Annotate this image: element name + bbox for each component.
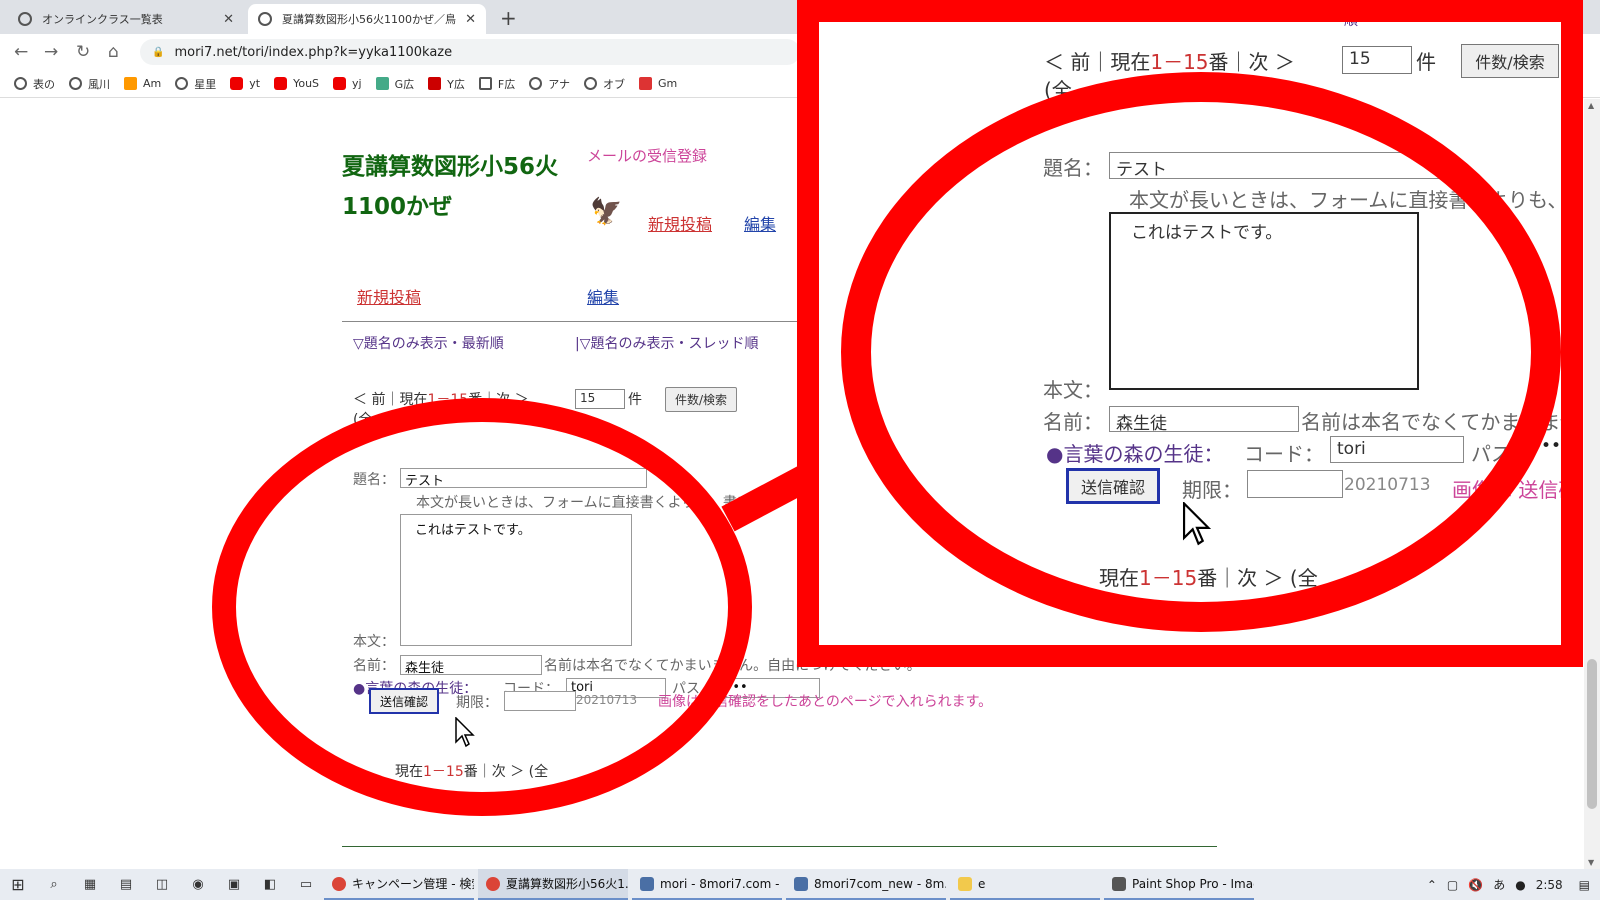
bookmark-item[interactable]: yt (230, 77, 260, 90)
folder-icon (958, 876, 972, 891)
youtube-icon (230, 77, 244, 90)
annotation-ellipse-small (212, 398, 752, 816)
globe-icon (14, 77, 27, 90)
chevron-up-icon[interactable]: ⌃ (1427, 878, 1437, 892)
clock[interactable]: 2:58 (1536, 878, 1563, 892)
chrome-icon (486, 876, 500, 891)
bookmark-item[interactable]: Gm (638, 77, 677, 90)
count-search-button[interactable]: 件数/検索 (665, 387, 737, 412)
bookmark-item[interactable]: Y広 (428, 76, 465, 92)
bookmark-item[interactable]: アナ (529, 76, 570, 92)
close-icon[interactable]: ✕ (465, 12, 476, 27)
lock-icon: 🔒 (152, 46, 165, 58)
gmail-icon (638, 77, 652, 90)
mail-register-link[interactable]: メールの受信登録 (587, 145, 707, 166)
ftp-icon (794, 876, 808, 891)
bookmark-item[interactable]: Am (124, 77, 161, 90)
zoom-pager: ＜ 前｜現在1－15番｜次 ＞ (1044, 50, 1295, 74)
new-post-link[interactable]: 新規投稿 (357, 284, 421, 308)
taskbar-item[interactable]: 8mori7com_new - 8m... (786, 869, 946, 900)
count-input[interactable]: 15 (575, 389, 625, 409)
zoom-search-button: 件数/検索 (1461, 44, 1559, 78)
globe-icon (583, 77, 597, 90)
bookmark-item[interactable]: F広 (478, 76, 515, 92)
taskbar-item-active[interactable]: 夏講算数図形小56火1... (478, 869, 628, 900)
divider (342, 321, 802, 322)
forward-icon[interactable]: → (44, 42, 58, 62)
new-tab-icon[interactable]: + (500, 6, 517, 30)
search-icon[interactable]: ⌕ (41, 874, 67, 896)
facebook-icon (478, 77, 492, 90)
browser-tab-class-list[interactable]: オンラインクラス一覧表 ✕ (8, 4, 244, 34)
view-latest-link[interactable]: ▽題名のみ表示・最新順 (353, 333, 504, 353)
count-unit: 件 (628, 392, 642, 408)
reload-icon[interactable]: ↻ (76, 42, 90, 62)
google-ads-icon (375, 77, 389, 90)
network-icon[interactable]: ● (1515, 878, 1525, 892)
zoom-order-fragment: 順 (1344, 13, 1358, 29)
new-post-link-top[interactable]: 新規投稿 (648, 211, 712, 235)
windows-start-icon[interactable]: ⊞ (5, 874, 31, 896)
close-icon[interactable]: ✕ (223, 12, 234, 27)
chrome-icon (332, 876, 346, 891)
app-icon[interactable]: ◧ (257, 874, 283, 896)
globe-icon (69, 77, 82, 90)
system-tray: ⌃ ▢ 🔇 あ ● 2:58 ▤ (1417, 869, 1590, 900)
paint-shop-icon (1112, 876, 1126, 891)
annotation-ellipse-large (841, 72, 1561, 632)
yahoo-icon (428, 77, 442, 90)
notification-icon[interactable]: ▤ (1579, 878, 1590, 892)
bookmark-item[interactable]: yj (333, 77, 362, 90)
taskbar-item[interactable]: キャンペーン管理 - 検索... (324, 869, 474, 900)
taskbar-item[interactable]: Paint Shop Pro - Imag... (1104, 869, 1254, 900)
page-title: 夏講算数図形小56火1100かぜ (342, 154, 559, 220)
zoom-count-input: 15 (1342, 46, 1412, 74)
ftp-icon (640, 876, 654, 891)
bookmark-item[interactable]: YouS (274, 77, 319, 90)
globe-icon (258, 12, 272, 26)
bookmark-item[interactable]: 表の (14, 76, 55, 92)
footer-divider (342, 846, 1217, 847)
app-icon[interactable]: ▭ (293, 874, 319, 896)
bookmark-item[interactable]: G広 (375, 76, 414, 92)
app-icon[interactable]: ◫ (149, 874, 175, 896)
url-text: mori7.net/tori/index.php?k=yyka1100kaze (174, 44, 453, 60)
amazon-icon (124, 77, 137, 90)
tab-title: 夏講算数図形小56火1100かぜ／鳥 (282, 13, 456, 26)
bird-icon: 🦅 (590, 197, 623, 227)
edit-link-top[interactable]: 編集 (744, 211, 776, 235)
app-icon[interactable]: ▦ (77, 874, 103, 896)
zoom-count-unit: 件 (1416, 50, 1436, 74)
bookmark-item[interactable]: 星里 (175, 76, 216, 92)
youtube-icon (333, 77, 347, 90)
bookmark-item[interactable]: 風川 (69, 76, 110, 92)
annotation-zoom-panel: 順 ＜ 前｜現在1－15番｜次 ＞ (全 15 件 件数/検索 題名： テスト … (797, 0, 1583, 667)
meeting-icon[interactable]: ▢ (1447, 878, 1458, 892)
url-input[interactable]: 🔒 mori7.net/tori/index.php?k=yyka1100kaz… (140, 39, 800, 65)
app-icon[interactable]: ◉ (185, 874, 211, 896)
taskbar-item[interactable]: mori - 8mori7.com - ... (632, 869, 782, 900)
taskbar-item[interactable]: e (950, 869, 1100, 900)
app-icon[interactable]: ▤ (113, 874, 139, 896)
scroll-up-icon[interactable]: ▲ (1588, 101, 1594, 110)
globe-icon (175, 77, 189, 90)
windows-taskbar: ⊞ ⌕ ▦ ▤ ◫ ◉ ▣ ◧ ▭ キャンペーン管理 - 検索... 夏講算数図… (0, 869, 1600, 900)
app-icon[interactable]: ▣ (221, 874, 247, 896)
ime-indicator[interactable]: あ (1493, 876, 1505, 893)
scroll-thumb[interactable] (1587, 659, 1597, 809)
youtube-icon (274, 77, 288, 90)
tab-title: オンラインクラス一覧表 (42, 13, 163, 26)
globe-icon (529, 77, 543, 90)
globe-icon (18, 12, 32, 26)
view-thread-link[interactable]: |▽題名のみ表示・スレッド順 (575, 333, 785, 356)
scroll-down-icon[interactable]: ▼ (1588, 858, 1594, 867)
edit-link[interactable]: 編集 (587, 284, 619, 308)
page-scrollbar[interactable]: ▲ ▼ (1584, 99, 1600, 869)
mute-icon[interactable]: 🔇 (1468, 878, 1483, 892)
browser-tab-active[interactable]: 夏講算数図形小56火1100かぜ／鳥 ✕ (248, 4, 486, 34)
back-icon[interactable]: ← (14, 42, 28, 62)
home-icon[interactable]: ⌂ (108, 42, 119, 62)
bookmark-item[interactable]: オブ (583, 76, 625, 92)
